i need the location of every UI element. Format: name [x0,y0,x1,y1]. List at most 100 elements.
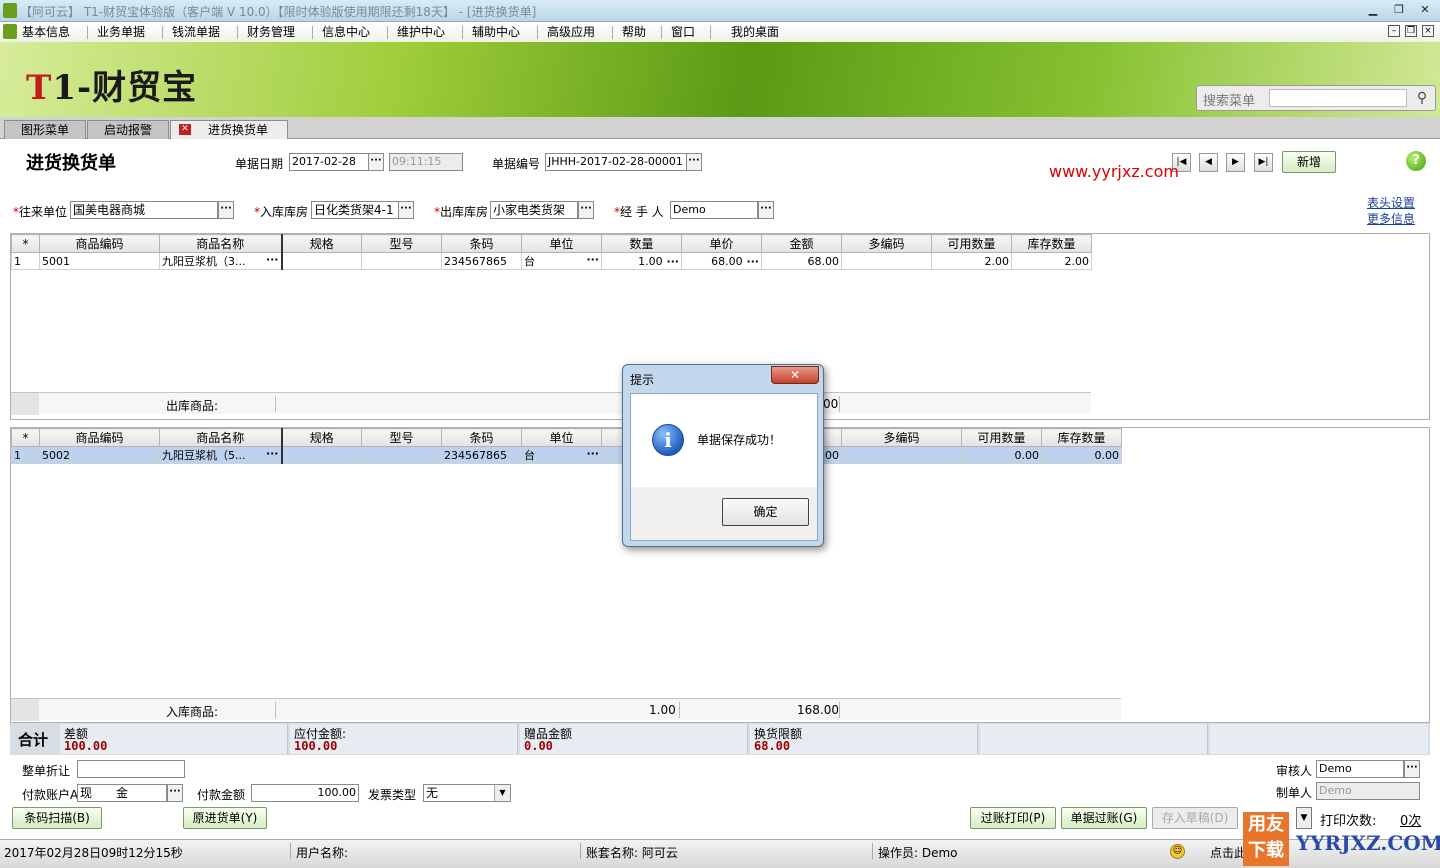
search-input[interactable] [1269,89,1407,107]
col-header[interactable]: 库存数量 [1041,428,1122,447]
tab-startup-alerts[interactable]: 启动报警 [87,120,169,139]
cell-model[interactable] [361,446,442,464]
menu-my-desktop[interactable]: 我的桌面 [731,23,779,40]
col-header[interactable]: 多编码 [841,428,962,447]
tab-graphic-menu[interactable]: 图形菜单 [4,120,86,139]
menu-assist[interactable]: 辅助中心 [472,23,520,40]
menu-basic-info[interactable]: 基本信息 [22,23,70,40]
post-and-print-button[interactable]: 过账打印(P) [970,807,1056,829]
menu-window[interactable]: 窗口 [671,23,695,40]
in-warehouse-field[interactable]: 日化类货架4-1 [311,201,399,219]
pay-account-field[interactable]: 现 金 [77,784,167,802]
col-header[interactable]: 商品编码 [39,428,160,447]
out-warehouse-picker-button[interactable]: ··· [578,201,594,219]
post-button[interactable]: 单据过账(G) [1061,807,1147,829]
cell-price[interactable]: 68.00 ··· [681,252,762,270]
close-icon[interactable]: ✕ [771,366,819,384]
invoice-type-select[interactable]: 无 ▼ [423,784,511,802]
cell-picker-icon[interactable]: ··· [586,448,599,461]
search-icon[interactable]: ⚲ [1413,89,1431,107]
partner-picker-button[interactable]: ··· [218,201,234,219]
menu-advanced[interactable]: 高级应用 [547,23,595,40]
partner-field[interactable]: 国美电器商城 [70,201,218,219]
original-purchase-button[interactable]: 原进货单(Y) [183,807,267,829]
prev-record-icon[interactable]: ◀ [1199,153,1218,172]
cell-model[interactable] [361,252,442,270]
col-header[interactable]: 单位 [521,428,602,447]
tab-purchase-exchange[interactable]: ✕ 进货换货单 [170,120,288,139]
cell-amount[interactable]: 68.00 [761,252,842,270]
cell-multicode[interactable] [841,252,932,270]
cell-name[interactable]: 九阳豆浆机（3... ··· [159,252,283,270]
tab-close-icon[interactable]: ✕ [179,124,191,135]
col-header[interactable]: 数量 [601,234,682,253]
col-header[interactable]: 可用数量 [931,234,1012,253]
date-picker-button[interactable]: ··· [368,153,384,171]
col-header[interactable]: 商品名称 [159,428,283,447]
menu-finance[interactable]: 财务管理 [247,23,295,40]
auditor-field[interactable]: Demo [1316,760,1404,778]
cell-code[interactable]: 5002 [39,446,160,464]
next-record-icon[interactable]: ▶ [1226,153,1245,172]
cell-picker-icon[interactable]: ··· [586,254,599,267]
menu-maintenance[interactable]: 维护中心 [397,23,445,40]
cell-multicode[interactable] [841,446,962,464]
cell-spec[interactable] [281,446,362,464]
cell-barcode[interactable]: 234567865 [441,252,522,270]
cell-picker-icon[interactable]: ··· [743,255,759,268]
last-record-icon[interactable]: ▶| [1254,153,1273,172]
mdi-close-icon[interactable]: × [1422,25,1434,37]
cell-code[interactable]: 5001 [39,252,160,270]
cell-name[interactable]: 九阳豆浆机（5... ··· [159,446,283,464]
col-header[interactable]: 条码 [441,428,522,447]
cell-unit[interactable]: 台 ··· [521,446,602,464]
date-field[interactable]: 2017-02-28 [289,153,369,171]
cell-picker-icon[interactable]: ··· [266,254,279,267]
handler-field[interactable]: Demo [670,201,758,219]
col-header[interactable]: 库存数量 [1011,234,1092,253]
barcode-scan-button[interactable]: 条码扫描(B) [12,807,102,829]
col-header[interactable]: 商品名称 [159,234,283,253]
restore-icon[interactable]: ❐ [1390,3,1408,18]
col-header[interactable]: 单位 [521,234,602,253]
close-icon[interactable]: ✕ [1416,3,1434,18]
more-info-link[interactable]: 更多信息 [1367,210,1415,227]
table-row[interactable]: 1 5001 九阳豆浆机（3... ··· 234567865 台 ··· 1.00… [11,252,1092,270]
menu-business-docs[interactable]: 业务单据 [97,23,145,40]
out-warehouse-field[interactable]: 小家电类货架 [490,201,578,219]
doc-no-button[interactable]: ··· [686,153,702,171]
pay-account-picker-button[interactable]: ··· [167,784,183,802]
table-row[interactable]: 1 5002 九阳豆浆机（5... ··· 234567865 台 ··· 00 0… [11,446,1122,464]
cell-picker-icon[interactable]: ··· [663,255,679,268]
mdi-restore-icon[interactable]: ❐ [1405,25,1417,37]
col-header[interactable]: 单价 [681,234,762,253]
auditor-picker-button[interactable]: ··· [1404,760,1420,778]
col-header[interactable]: 规格 [281,234,362,253]
header-settings-link[interactable]: 表头设置 [1367,194,1415,211]
col-header[interactable]: 可用数量 [961,428,1042,447]
pay-amount-field[interactable]: 100.00 [251,784,359,802]
new-button[interactable]: 新增 [1282,151,1336,173]
col-header[interactable]: 条码 [441,234,522,253]
chevron-down-icon[interactable]: ▼ [494,785,510,801]
mdi-minimize-icon[interactable]: – [1388,25,1400,37]
menu-cash-docs[interactable]: 钱流单据 [172,23,220,40]
doc-no-field[interactable]: JHHH-2017-02-28-00001 [545,153,687,171]
col-header[interactable]: 型号 [361,428,442,447]
cell-barcode[interactable]: 234567865 [441,446,522,464]
col-header[interactable]: 规格 [281,428,362,447]
col-header[interactable]: 型号 [361,234,442,253]
in-warehouse-picker-button[interactable]: ··· [398,201,414,219]
col-header[interactable]: 商品编码 [39,234,160,253]
col-header[interactable]: 多编码 [841,234,932,253]
menu-help[interactable]: 帮助 [622,23,646,40]
help-icon[interactable]: ? [1406,151,1426,171]
handler-picker-button[interactable]: ··· [758,201,774,219]
smiley-icon[interactable]: ☺ [1170,844,1185,859]
cell-unit[interactable]: 台 ··· [521,252,602,270]
ok-button[interactable]: 确定 [722,498,809,526]
minimize-icon[interactable]: ▁ [1364,3,1382,18]
menu-info-center[interactable]: 信息中心 [322,23,370,40]
cell-picker-icon[interactable]: ··· [266,448,279,461]
cell-spec[interactable] [281,252,362,270]
